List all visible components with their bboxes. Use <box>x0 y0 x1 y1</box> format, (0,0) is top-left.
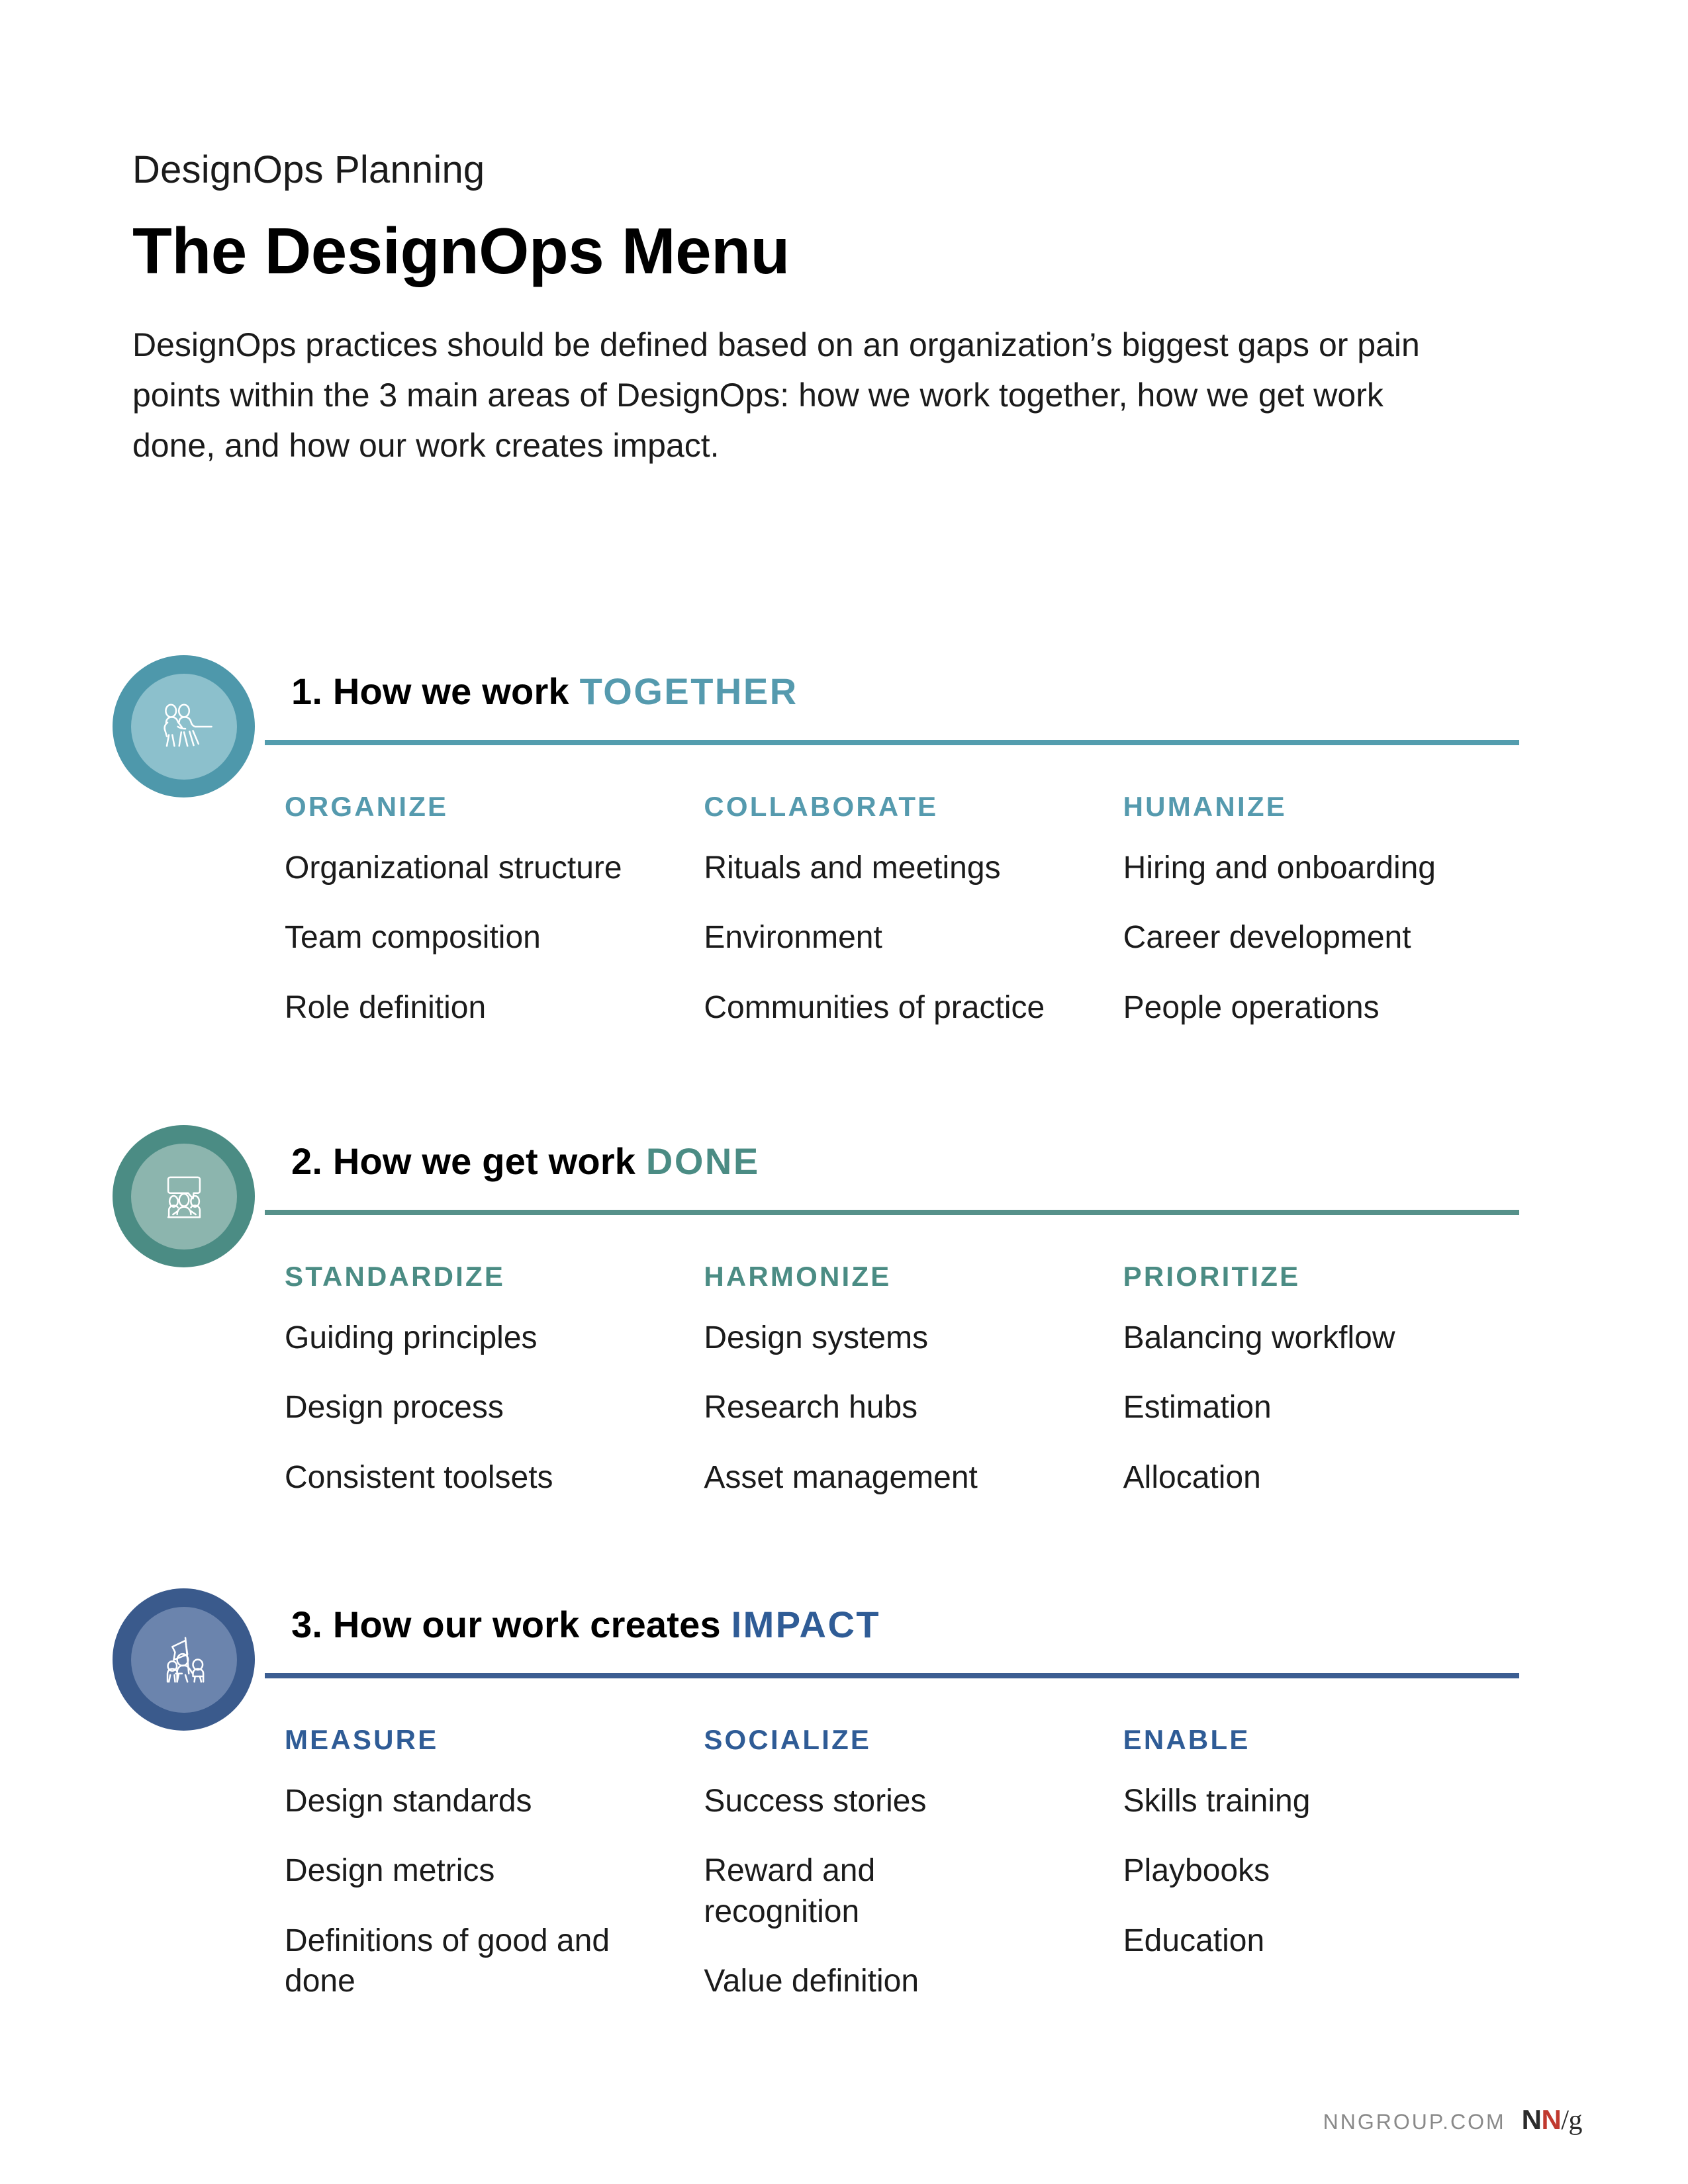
list-item: Guiding principles <box>285 1320 538 1355</box>
section-divider-1 <box>265 740 1519 745</box>
column-item-list: Design systems Research hubs Asset manag… <box>704 1318 1123 1498</box>
section-columns-2: STANDARDIZE Guiding principles Design pr… <box>285 1261 1542 1527</box>
section-badge-inner-1 <box>130 673 237 780</box>
column-collaborate: COLLABORATE Rituals and meetings Environ… <box>704 791 1123 1057</box>
section-columns-1: ORGANIZE Organizational structure Team c… <box>285 791 1542 1057</box>
logo-slash-g: /g <box>1561 2105 1582 2136</box>
list-item: Playbooks <box>1123 1853 1270 1889</box>
list-item: Allocation <box>1123 1459 1261 1495</box>
column-title: COLLABORATE <box>704 791 939 822</box>
column-title: ENABLE <box>1123 1724 1250 1755</box>
section-columns-3: MEASURE Design standards Design metrics … <box>285 1724 1542 2031</box>
section-heading-accent-3: IMPACT <box>731 1604 881 1645</box>
column-item-list: Guiding principles Design process Consis… <box>285 1318 704 1498</box>
column-item-list: Organizational structure Team compositio… <box>285 848 704 1028</box>
section-divider-2 <box>265 1210 1519 1215</box>
column-item-list: Rituals and meetings Environment Communi… <box>704 848 1123 1028</box>
list-item: Education <box>1123 1923 1265 1958</box>
list-item: Value definition <box>704 1964 919 1999</box>
list-item: Communities of practice <box>704 989 1045 1025</box>
section-badge-inner-2 <box>130 1143 237 1250</box>
section-heading-plain-3: 3. How our work creates <box>291 1604 721 1645</box>
list-item: Balancing workflow <box>1123 1320 1395 1355</box>
column-title: MEASURE <box>285 1724 439 1755</box>
column-item-list: Success stories Reward and recognition V… <box>704 1781 1123 2002</box>
list-item: Consistent toolsets <box>285 1459 553 1495</box>
list-item: Definitions of good and done <box>285 1923 610 1999</box>
intro-paragraph: DesignOps practices should be defined ba… <box>132 326 1420 464</box>
list-item: People operations <box>1123 989 1380 1025</box>
list-item: Design metrics <box>285 1853 495 1889</box>
page-footer: NNGROUP.COM NN/g <box>1323 2104 1583 2136</box>
column-title: HUMANIZE <box>1123 791 1287 822</box>
column-title: HARMONIZE <box>704 1261 892 1292</box>
column-title: SOCIALIZE <box>704 1724 872 1755</box>
logo-letter-n-red: N <box>1541 2104 1562 2135</box>
flag-team-icon <box>150 1625 218 1694</box>
list-item: Reward and recognition <box>704 1853 876 1929</box>
column-prioritize: PRIORITIZE Balancing workflow Estimation… <box>1123 1261 1542 1527</box>
list-item: Hiring and onboarding <box>1123 850 1436 886</box>
column-item-list: Skills training Playbooks Education <box>1123 1781 1542 1961</box>
footer-url: NNGROUP.COM <box>1323 2110 1506 2134</box>
section-heading-accent-2: DONE <box>645 1140 760 1182</box>
presentation-meeting-icon <box>150 1162 218 1231</box>
list-item: Role definition <box>285 989 487 1025</box>
list-item: Career development <box>1123 920 1411 956</box>
column-enable: ENABLE Skills training Playbooks Educati… <box>1123 1724 1542 2031</box>
column-socialize: SOCIALIZE Success stories Reward and rec… <box>704 1724 1123 2031</box>
eyebrow-label: DesignOps Planning <box>132 148 485 191</box>
poster-page: DesignOps Planning The DesignOps Menu De… <box>0 0 1688 2184</box>
column-measure: MEASURE Design standards Design metrics … <box>285 1724 704 2031</box>
list-item: Environment <box>704 920 882 956</box>
section-heading-2: 2. How we get work DONE <box>291 1140 760 1183</box>
list-item: Design systems <box>704 1320 929 1355</box>
column-item-list: Hiring and onboarding Career development… <box>1123 848 1542 1028</box>
column-title: PRIORITIZE <box>1123 1261 1301 1292</box>
logo-letter-n-dark: N <box>1521 2104 1542 2135</box>
column-humanize: HUMANIZE Hiring and onboarding Career de… <box>1123 791 1542 1057</box>
section-heading-1: 1. How we work TOGETHER <box>291 670 798 713</box>
list-item: Skills training <box>1123 1784 1311 1819</box>
tug-of-war-icon <box>150 692 218 761</box>
list-item: Estimation <box>1123 1390 1272 1426</box>
column-organize: ORGANIZE Organizational structure Team c… <box>285 791 704 1057</box>
list-item: Rituals and meetings <box>704 850 1001 886</box>
section-badge-3 <box>113 1588 255 1731</box>
section-heading-3: 3. How our work creates IMPACT <box>291 1603 880 1646</box>
column-item-list: Balancing workflow Estimation Allocation <box>1123 1318 1542 1498</box>
section-heading-plain-1: 1. How we work <box>291 670 569 712</box>
column-harmonize: HARMONIZE Design systems Research hubs A… <box>704 1261 1123 1527</box>
list-item: Team composition <box>285 920 541 956</box>
list-item: Success stories <box>704 1784 927 1819</box>
section-divider-3 <box>265 1673 1519 1678</box>
list-item: Design process <box>285 1390 504 1426</box>
section-badge-1 <box>113 655 255 797</box>
section-heading-plain-2: 2. How we get work <box>291 1140 636 1182</box>
list-item: Design standards <box>285 1784 532 1819</box>
page-header: DesignOps Planning The DesignOps Menu De… <box>132 149 1556 471</box>
section-heading-accent-1: TOGETHER <box>579 670 798 712</box>
list-item: Organizational structure <box>285 850 622 886</box>
column-standardize: STANDARDIZE Guiding principles Design pr… <box>285 1261 704 1527</box>
column-title: STANDARDIZE <box>285 1261 506 1292</box>
page-title: The DesignOps Menu <box>132 214 790 287</box>
nng-logo: NN/g <box>1521 2104 1583 2136</box>
section-badge-inner-3 <box>130 1606 237 1713</box>
column-title: ORGANIZE <box>285 791 449 822</box>
column-item-list: Design standards Design metrics Definiti… <box>285 1781 704 2002</box>
list-item: Research hubs <box>704 1390 918 1426</box>
section-badge-2 <box>113 1125 255 1267</box>
list-item: Asset management <box>704 1459 978 1495</box>
